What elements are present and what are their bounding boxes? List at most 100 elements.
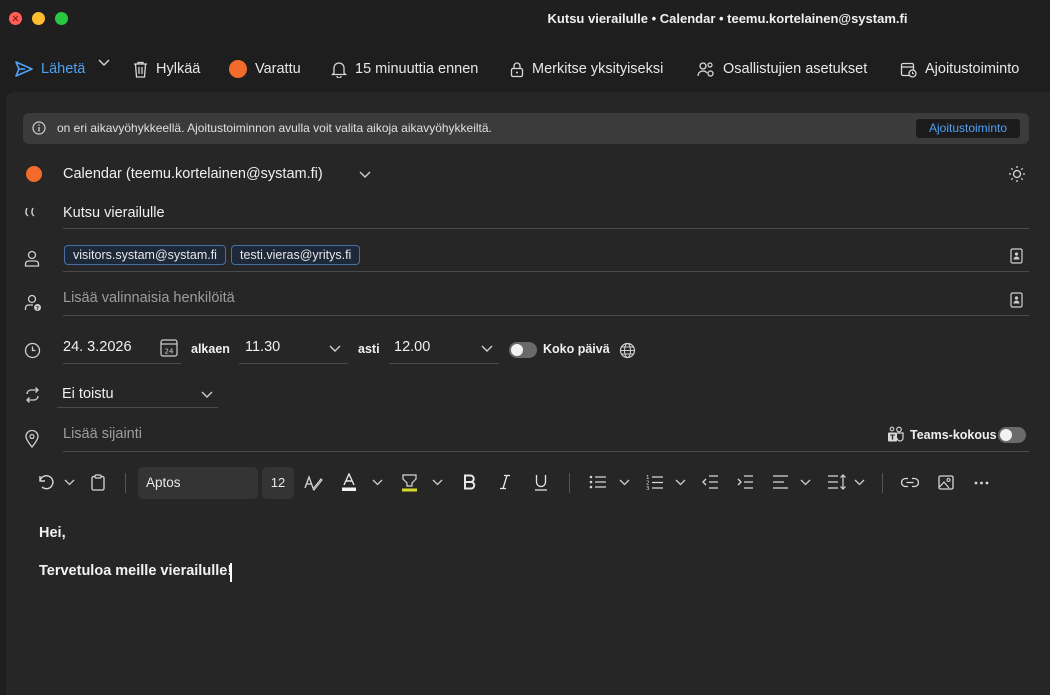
chevron-down-icon[interactable] — [372, 479, 383, 486]
chevron-down-icon[interactable] — [619, 479, 630, 486]
chevron-down-icon[interactable] — [675, 479, 686, 486]
lock-icon — [510, 61, 524, 78]
discard-label: Hylkää — [156, 61, 201, 77]
text-cursor — [230, 563, 232, 582]
image-icon[interactable] — [938, 475, 954, 490]
attendee-chip[interactable]: testi.vieras@yritys.fi — [231, 245, 361, 265]
start-time-underline — [239, 363, 348, 364]
chevron-down-icon[interactable] — [64, 479, 75, 486]
location-underline — [63, 451, 1029, 452]
highlighter-icon[interactable] — [401, 474, 418, 492]
send-options-dropdown[interactable] — [98, 59, 110, 67]
scheduling-assistant-button[interactable]: Ajoitustoiminto — [900, 59, 1019, 79]
reminder-label: 15 minuuttia ennen — [355, 61, 479, 77]
teams-meeting-toggle[interactable] — [998, 427, 1026, 443]
chevron-down-icon[interactable] — [329, 345, 341, 353]
all-day-toggle[interactable] — [509, 342, 537, 358]
busy-status-icon — [229, 60, 247, 78]
numbered-list-icon[interactable]: 123 — [646, 474, 664, 490]
people-settings-icon — [697, 61, 715, 78]
date-underline — [63, 363, 181, 364]
window-title: Kutsu vierailulle • Calendar • teemu.kor… — [547, 11, 908, 26]
address-book-icon[interactable] — [1010, 248, 1023, 264]
chevron-down-icon — [98, 59, 110, 67]
chevron-down-icon[interactable] — [854, 479, 865, 486]
chevron-down-icon[interactable] — [201, 391, 213, 399]
mark-private-button[interactable]: Merkitse yksityiseksi — [510, 59, 663, 79]
end-time-dropdown[interactable]: 12.00 — [394, 339, 430, 355]
start-time-dropdown[interactable]: 11.30 — [245, 339, 280, 355]
calendar-picker-icon[interactable]: 24 — [160, 338, 178, 357]
maximize-window-button[interactable] — [55, 12, 68, 25]
from-label: alkaen — [191, 342, 230, 356]
calendar-day: 24 — [165, 348, 174, 356]
link-icon[interactable] — [901, 477, 919, 488]
chevron-down-icon[interactable] — [359, 171, 371, 179]
busy-status-dropdown[interactable]: Varattu — [229, 59, 301, 79]
font-size-dropdown[interactable]: 12 — [262, 467, 294, 499]
bell-icon — [331, 61, 347, 78]
open-scheduling-button[interactable]: Ajoitustoiminto — [915, 118, 1021, 139]
calendar-color-icon — [26, 166, 42, 182]
trash-icon — [133, 61, 148, 78]
reminder-dropdown[interactable]: 15 minuuttia ennen — [331, 59, 478, 79]
line-spacing-icon[interactable] — [827, 474, 847, 490]
close-window-button[interactable] — [9, 12, 22, 25]
toolbar-divider — [125, 473, 126, 493]
teams-icon: T — [887, 426, 905, 443]
mark-private-label: Merkitse yksityiseksi — [532, 61, 664, 77]
increase-indent-icon[interactable] — [737, 475, 754, 489]
format-painter-icon[interactable] — [304, 474, 323, 491]
timezone-info-text: on eri aikavyöhykkeellä. Ajoitustoiminno… — [57, 121, 492, 135]
send-button[interactable]: Lähetä — [15, 59, 85, 79]
underline-icon[interactable] — [534, 474, 548, 491]
info-icon — [32, 121, 46, 135]
decrease-indent-icon[interactable] — [702, 475, 719, 489]
discard-button[interactable]: Hylkää — [133, 59, 200, 79]
recurrence-dropdown[interactable]: Ei toistu — [62, 386, 114, 402]
chevron-down-icon[interactable] — [432, 479, 443, 486]
svg-text:3: 3 — [646, 486, 650, 490]
scheduling-assistant-label: Ajoitustoiminto — [925, 61, 1020, 77]
calendar-selector[interactable]: Calendar (teemu.kortelainen@systam.fi) — [63, 166, 323, 182]
optional-underline — [63, 315, 1029, 316]
toolbar: Lähetä Hylkää Varattu 15 minuuttia ennen… — [0, 46, 1050, 92]
location-pin-icon — [25, 430, 39, 448]
start-date-input[interactable]: 24. 3.2026 — [63, 339, 132, 355]
attendee-settings-label: Osallistujien asetukset — [723, 61, 868, 77]
send-label: Lähetä — [41, 61, 86, 77]
clipboard-icon[interactable] — [91, 474, 105, 491]
attendee-chip[interactable]: visitors.systam@systam.fi — [64, 245, 226, 265]
align-icon[interactable] — [772, 475, 789, 489]
globe-icon[interactable] — [619, 342, 636, 359]
person-icon — [24, 250, 40, 267]
font-family-dropdown[interactable]: Aptos — [138, 467, 258, 499]
attendees-underline — [63, 271, 1029, 272]
bullet-list-icon[interactable] — [589, 475, 607, 489]
optional-attendees-input[interactable]: Lisää valinnaisia henkilöitä — [63, 290, 235, 306]
title-underline — [63, 228, 1029, 229]
event-title-input[interactable]: Kutsu vierailulle — [63, 205, 165, 221]
italic-icon[interactable] — [498, 474, 512, 490]
optional-person-icon: ? — [24, 294, 42, 312]
sun-icon[interactable] — [1008, 165, 1026, 183]
end-time-underline — [389, 363, 499, 364]
repeat-icon — [24, 387, 41, 403]
event-editor-panel — [6, 92, 1050, 695]
address-book-icon[interactable] — [1010, 292, 1023, 308]
body-line[interactable]: Tervetuloa meille vierailulle! — [39, 563, 232, 579]
all-day-label: Koko päivä — [543, 342, 610, 356]
undo-icon[interactable] — [38, 474, 54, 490]
chevron-down-icon[interactable] — [481, 345, 493, 353]
chevron-down-icon[interactable] — [800, 479, 811, 486]
body-greeting[interactable]: Hei, — [39, 525, 66, 541]
attendee-settings-button[interactable]: Osallistujien asetukset — [697, 59, 867, 79]
more-options-icon[interactable] — [974, 481, 989, 485]
minimize-window-button[interactable] — [32, 12, 45, 25]
toolbar-divider — [569, 473, 570, 493]
font-color-icon[interactable] — [341, 473, 357, 492]
toolbar-divider — [882, 473, 883, 493]
bold-icon[interactable] — [463, 474, 476, 490]
location-input[interactable]: Lisää sijainti — [63, 426, 142, 442]
send-icon — [15, 61, 33, 77]
